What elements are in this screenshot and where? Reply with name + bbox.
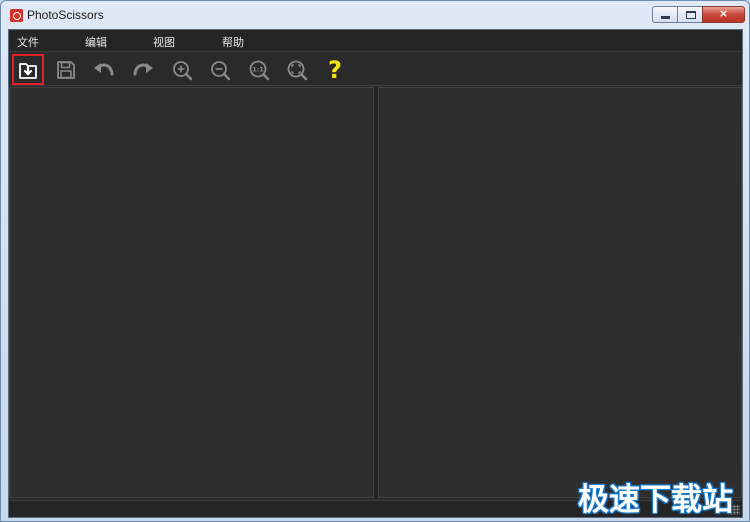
actual-size-icon: 1:1 — [249, 60, 270, 81]
original-image-canvas[interactable] — [9, 87, 374, 498]
save-icon — [57, 61, 75, 79]
app-logo-icon — [10, 9, 23, 22]
zoom-in-button[interactable] — [169, 57, 195, 83]
zoom-out-button[interactable] — [207, 57, 233, 83]
menu-view[interactable]: 视图 — [153, 34, 175, 50]
redo-icon — [133, 63, 153, 76]
maximize-button[interactable] — [677, 6, 703, 23]
actual-size-button[interactable]: 1:1 — [246, 57, 272, 83]
zoom-out-icon — [211, 61, 231, 81]
undo-button[interactable] — [91, 57, 117, 83]
minimize-icon — [661, 16, 670, 19]
open-image-button[interactable] — [12, 54, 44, 85]
title-bar[interactable]: PhotoScissors × — [1, 1, 749, 29]
menu-file[interactable]: 文件 — [17, 34, 39, 50]
open-image-icon — [19, 62, 37, 79]
minimize-button[interactable] — [652, 6, 678, 23]
maximize-icon — [686, 11, 696, 19]
app-window: PhotoScissors × 文件 编辑 视图 帮助 1:1 ? 极速下载站 — [0, 0, 750, 522]
result-image-canvas[interactable] — [378, 87, 742, 498]
app-client-area: 文件 编辑 视图 帮助 1:1 ? — [8, 29, 743, 518]
menu-edit[interactable]: 编辑 — [85, 34, 107, 50]
close-icon: × — [718, 7, 729, 20]
redo-button[interactable] — [130, 57, 156, 83]
fit-window-button[interactable] — [284, 57, 310, 83]
close-button[interactable]: × — [702, 6, 745, 23]
window-controls: × — [652, 6, 745, 23]
help-icon: ? — [328, 56, 342, 84]
undo-icon — [94, 63, 114, 76]
toolbar: 1:1 ? — [9, 53, 742, 86]
menu-help[interactable]: 帮助 — [222, 34, 244, 50]
actual-size-label: 1:1 — [252, 66, 264, 74]
window-title: PhotoScissors — [27, 8, 104, 22]
help-button[interactable]: ? — [322, 57, 348, 83]
fit-window-icon — [287, 60, 308, 81]
menu-bar: 文件 编辑 视图 帮助 — [9, 30, 742, 52]
save-button[interactable] — [53, 57, 79, 83]
watermark-logo: 极速下载站 — [578, 482, 733, 518]
zoom-in-icon — [173, 61, 193, 81]
